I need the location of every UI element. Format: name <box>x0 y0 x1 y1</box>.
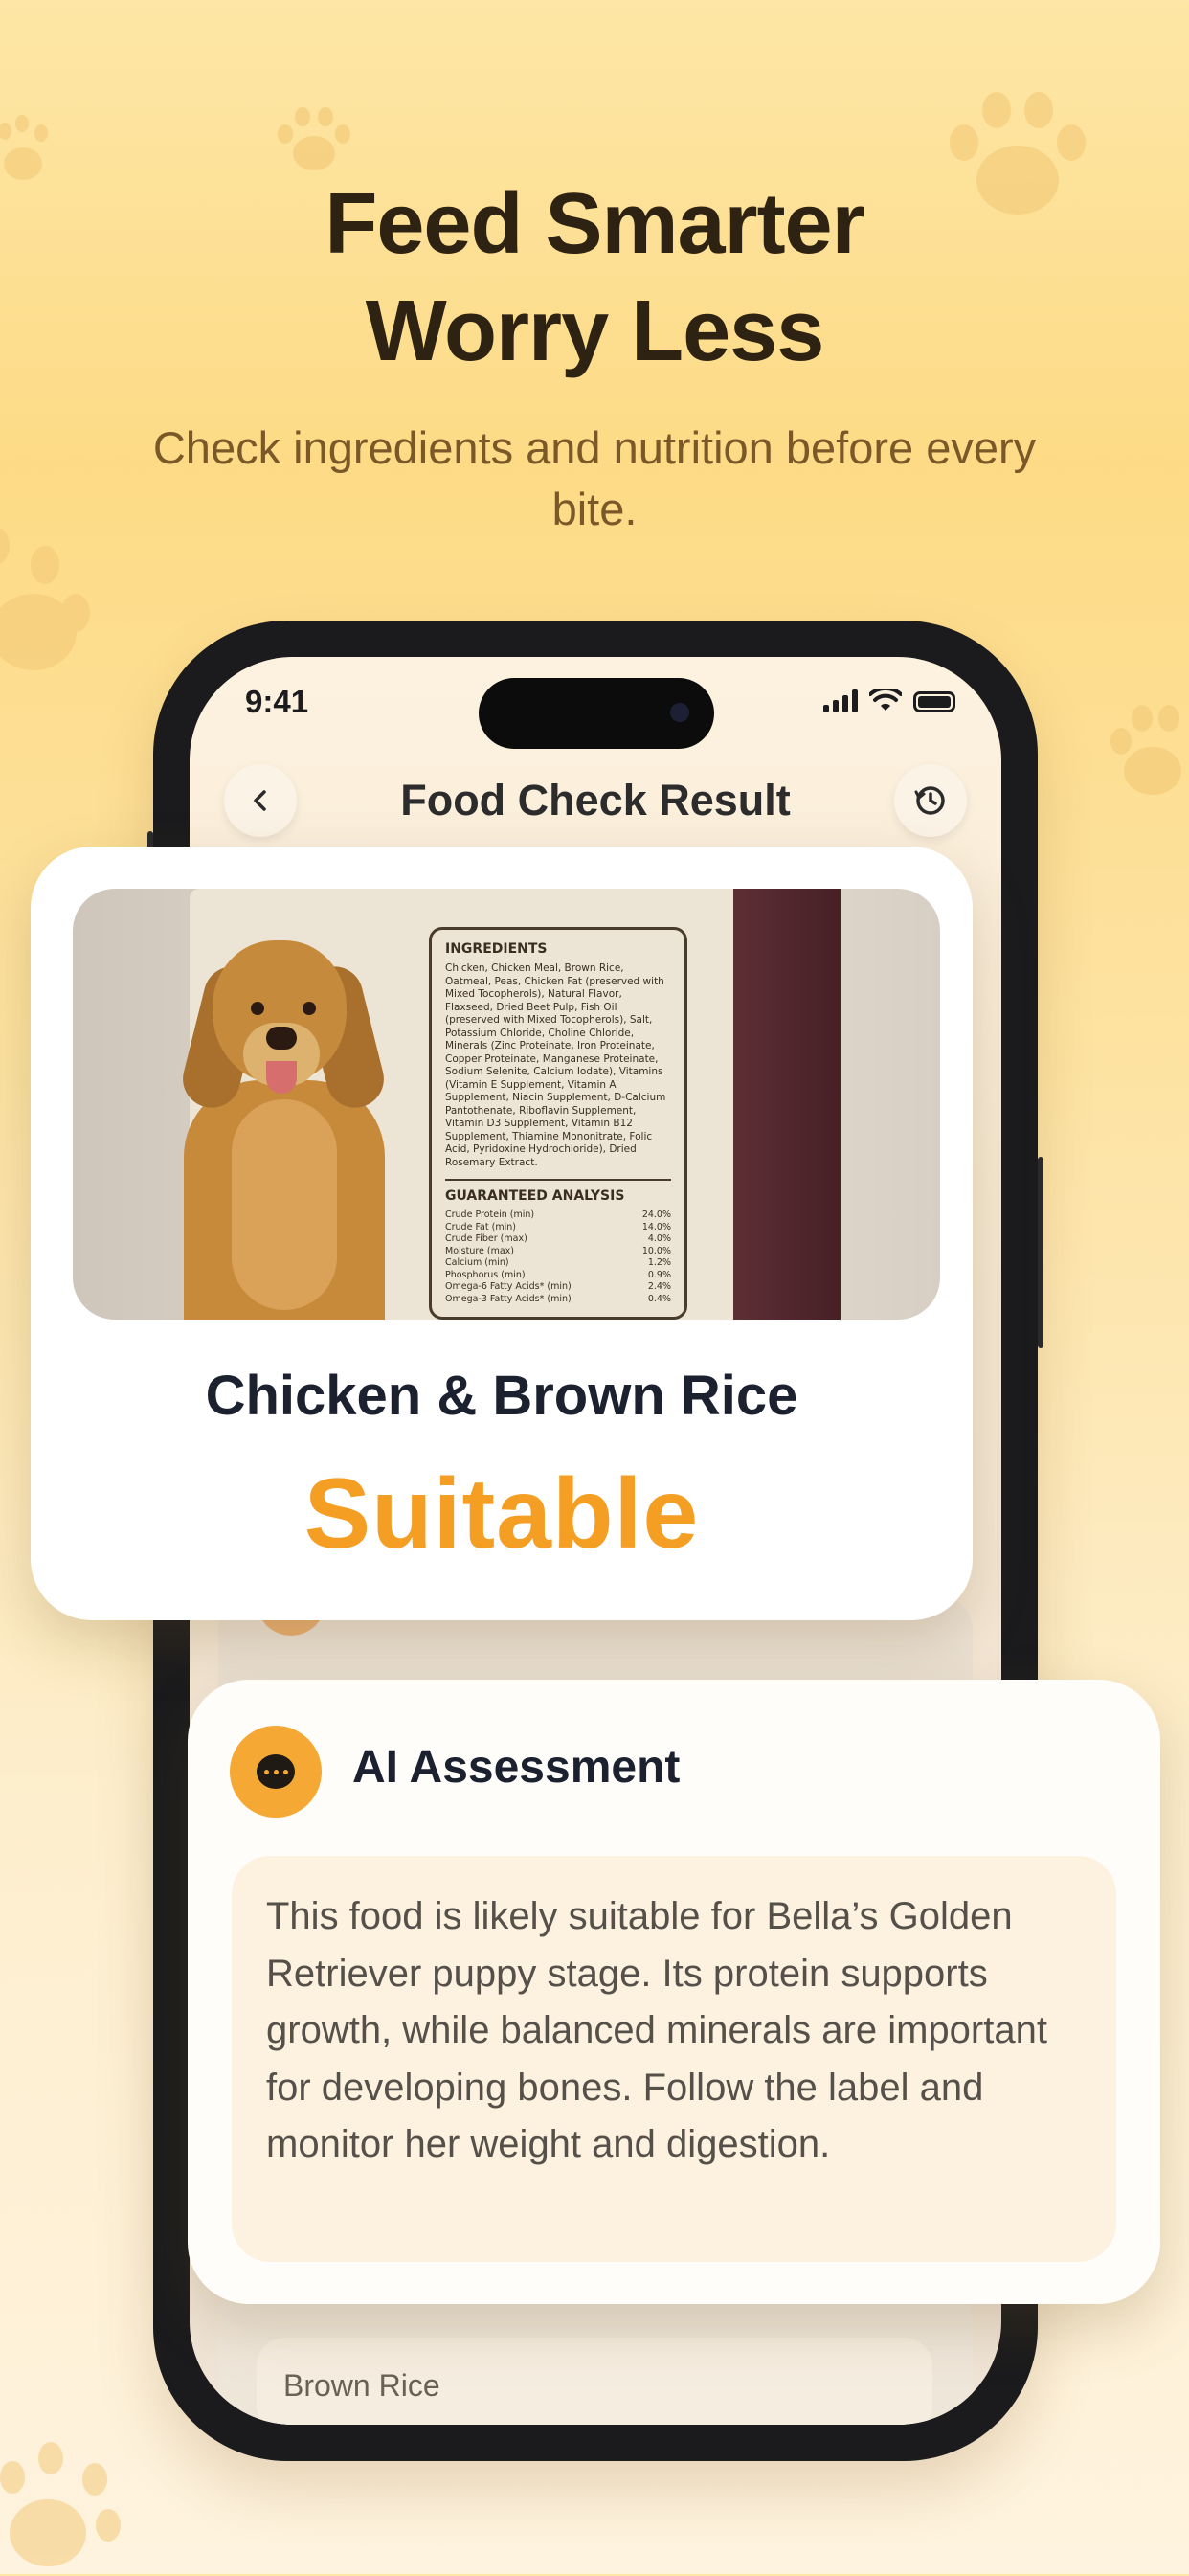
camera-icon <box>670 703 689 722</box>
status-icons <box>823 689 955 712</box>
food-name: Chicken & Brown Rice <box>205 1365 798 1427</box>
analysis-row-name: Crude Fat (min) <box>445 1221 516 1232</box>
analysis-row-value: 2.4% <box>647 1281 671 1292</box>
paw-icon <box>0 2442 134 2576</box>
analysis-row-name: Phosphorus (min) <box>445 1269 526 1280</box>
analysis-row-value: 0.9% <box>647 1269 671 1280</box>
analysis-row: Phosphorus (min) 0.9% <box>445 1270 671 1282</box>
dynamic-island <box>479 678 714 749</box>
analysis-row-name: Crude Fiber (max) <box>445 1233 527 1244</box>
signal-icon <box>823 689 858 712</box>
page-title: Food Check Result <box>400 776 791 825</box>
analysis-row: Crude Protein (min) 24.0% <box>445 1209 671 1222</box>
history-icon <box>914 786 945 815</box>
verdict-text: Suitable <box>303 1458 700 1570</box>
ai-assessment-card: AI Assessment This food is likely suitab… <box>188 1680 1160 2304</box>
analysis-row-name: Omega-3 Fatty Acids* (min) <box>445 1293 572 1304</box>
wifi-icon <box>869 689 902 711</box>
analysis-row: Omega-3 Fatty Acids* (min) 0.4% <box>445 1294 671 1306</box>
back-button[interactable] <box>224 764 297 837</box>
ingredients-text: Chicken, Chicken Meal, Brown Rice, Oatme… <box>445 962 666 1168</box>
status-time: 9:41 <box>245 684 309 719</box>
analysis-row-value: 1.2% <box>647 1257 671 1268</box>
analysis-row-name: Crude Protein (min) <box>445 1209 535 1220</box>
result-card: INGREDIENTS Chicken, Chicken Meal, Brown… <box>31 847 973 1620</box>
golden-retriever-image <box>165 927 404 1320</box>
analysis-row: Crude Fat (min) 14.0% <box>445 1222 671 1234</box>
analysis-row-name: Calcium (min) <box>445 1257 509 1268</box>
paw-icon <box>278 103 354 180</box>
analysis-row-value: 4.0% <box>647 1233 671 1244</box>
analysis-row-value: 10.0% <box>641 1245 671 1256</box>
hero-title-line2: Worry Less <box>365 283 825 379</box>
analysis-row-name: Moisture (max) <box>445 1245 515 1256</box>
food-bag-side <box>733 889 841 1320</box>
analysis-row: Calcium (min) 1.2% <box>445 1257 671 1270</box>
analysis-row: Moisture (max) 10.0% <box>445 1246 671 1258</box>
analysis-row-value: 14.0% <box>641 1221 671 1232</box>
phone-power-button <box>1038 1157 1043 1348</box>
hero-title-line1: Feed Smarter <box>325 176 864 272</box>
ingredients-title: INGREDIENTS <box>445 941 548 957</box>
history-button[interactable] <box>894 764 967 837</box>
product-photo: INGREDIENTS Chicken, Chicken Meal, Brown… <box>73 889 940 1320</box>
ingredient-chip[interactable]: Brown Rice <box>257 2338 932 2425</box>
paw-icon <box>1110 699 1189 814</box>
analysis-row: Crude Fiber (max) 4.0% <box>445 1233 671 1246</box>
hero-subtitle: Check ingredients and nutrition before e… <box>152 422 1037 534</box>
analysis-row-value: 0.4% <box>647 1293 671 1304</box>
analysis-row-name: Omega-6 Fatty Acids* (min) <box>445 1281 572 1292</box>
analysis-title: GUARANTEED ANALYSIS <box>445 1188 625 1204</box>
chevron-left-icon <box>254 790 266 811</box>
nutrition-label: INGREDIENTS Chicken, Chicken Meal, Brown… <box>429 927 687 1320</box>
paw-icon <box>0 508 124 699</box>
ai-assessment-title: AI Assessment <box>352 1742 681 1793</box>
ai-assessment-badge <box>230 1726 322 1818</box>
analysis-row: Omega-6 Fatty Acids* (min) 2.4% <box>445 1281 671 1294</box>
ai-assessment-text: This food is likely suitable for Bella’s… <box>232 1856 1116 2262</box>
chat-bubble-icon <box>257 1754 295 1789</box>
hero-title: Feed Smarter Worry Less <box>0 170 1189 385</box>
analysis-row-value: 24.0% <box>641 1209 671 1220</box>
battery-icon <box>913 691 955 712</box>
